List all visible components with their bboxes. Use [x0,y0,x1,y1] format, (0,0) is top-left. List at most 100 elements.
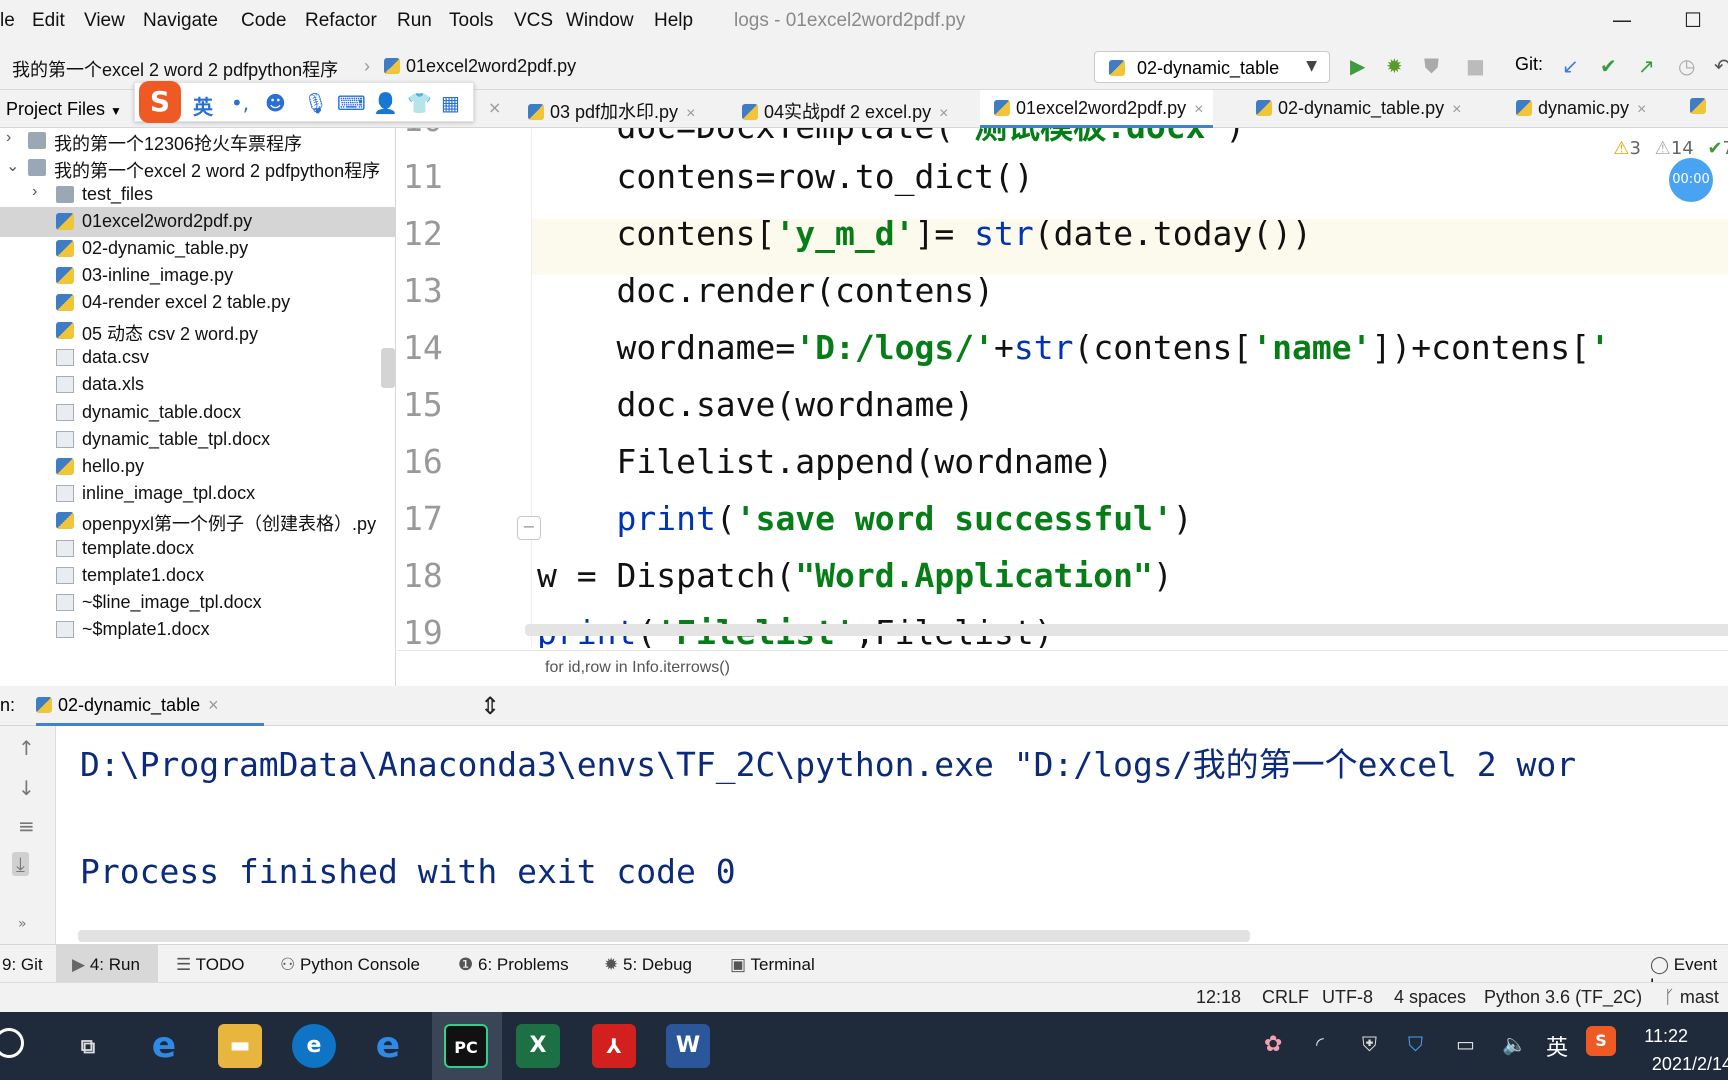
pycharm-icon[interactable]: PC [444,1024,488,1068]
close-icon[interactable]: × [939,105,948,122]
microphone-icon[interactable]: 🎙 [303,91,328,115]
line-separator[interactable]: CRLF [1262,987,1309,1008]
git-push-icon[interactable]: ↗ [1638,54,1655,78]
security-icon[interactable]: ⛉ [1408,1032,1423,1056]
user-icon[interactable]: 👤 [373,91,398,115]
file-encoding[interactable]: UTF-8 [1322,987,1373,1008]
debug-icon[interactable]: ✹ [1386,54,1403,78]
tree-item[interactable]: hello.py [0,452,395,482]
coverage-icon[interactable]: ⛊ [1424,54,1439,78]
git-update-icon[interactable]: ↙ [1562,54,1579,78]
shield-icon[interactable]: ⛨ [1362,1032,1377,1056]
flower-icon[interactable]: ✿ [1264,1032,1282,1057]
tab-dynamic[interactable]: dynamic.py × [1516,90,1646,128]
tool-git[interactable]: 9: Git [2,955,43,975]
git-commit-icon[interactable]: ✔ [1600,54,1617,78]
ie-icon[interactable]: e [142,1024,186,1068]
console-horizontal-scrollbar[interactable] [78,930,1250,942]
breadcrumb-file[interactable]: 01excel2word2pdf.py [384,56,576,77]
file-explorer-icon[interactable]: ▬ [218,1024,262,1068]
close-icon[interactable]: × [1194,101,1203,118]
chevron-down-icon[interactable]: ⌄ [6,156,19,176]
horizontal-scrollbar[interactable] [525,624,1728,636]
edge-icon[interactable]: e [292,1024,336,1068]
vertical-scrollbar[interactable] [381,348,395,388]
soft-wrap-icon[interactable]: ≡ [18,814,35,838]
scroll-to-end-icon[interactable]: ⤓ [12,852,29,876]
tree-item[interactable]: dynamic_table.docx [0,398,395,428]
menu-code[interactable]: Code [241,10,286,32]
recording-timer[interactable]: 00:00 [1669,158,1713,202]
sogou-tray-icon[interactable]: S [1586,1026,1616,1056]
more-icon[interactable]: » [18,916,27,932]
tree-item[interactable]: ~$line_image_tpl.docx [0,588,395,618]
interpreter[interactable]: Python 3.6 (TF_2C) [1484,987,1642,1008]
excel-icon[interactable]: X [516,1024,560,1068]
tree-item[interactable]: data.xls [0,370,395,400]
tree-item[interactable]: 03-inline_image.py [0,261,395,291]
tree-item[interactable]: data.csv [0,343,395,373]
word-icon[interactable]: W [666,1024,710,1068]
skin-icon[interactable]: 👕 [407,91,432,115]
tool-todo[interactable]: ☰ TODO [176,955,244,975]
revert-icon[interactable]: ↶ [1714,54,1728,78]
tree-item[interactable]: 01excel2word2pdf.py [0,207,395,237]
tree-item[interactable]: openpyxl第一个例子（创建表格）.py [0,506,395,536]
run-tab[interactable]: 02-dynamic_table × [36,686,264,726]
task-view-icon[interactable]: ⧉ [66,1024,110,1068]
tool-debug[interactable]: ✹ 5: Debug [604,955,692,975]
emoji-icon[interactable]: ☻ [265,91,286,115]
battery-icon[interactable]: ▭ [1456,1032,1475,1056]
clock-date[interactable]: 2021/2/14 [1652,1054,1728,1075]
tab-04-pdf-excel[interactable]: 04实战pdf 2 excel.py × [742,90,948,128]
run-console[interactable]: ↑ ↓ ≡ ⤓ » D:\ProgramData\Anaconda3\envs\… [0,726,1728,944]
tool-python-console[interactable]: ⚇ Python Console [280,955,420,975]
tree-item[interactable]: 02-dynamic_table.py [0,234,395,264]
breadcrumb-project[interactable]: 我的第一个excel 2 word 2 pdfpython程序 [12,56,338,82]
tree-item[interactable]: › 我的第一个12306抢火车票程序 [0,128,395,156]
indent-setting[interactable]: 4 spaces [1394,987,1466,1008]
stop-icon[interactable]: ■ [1466,54,1485,78]
history-icon[interactable]: ◷ [1678,54,1695,78]
tree-item[interactable]: template1.docx [0,561,395,591]
chevron-right-icon[interactable]: › [32,183,37,201]
code-breadcrumb[interactable]: for id,row in Info.iterrows() [397,650,1728,684]
network-icon[interactable]: ◜ [1316,1032,1324,1056]
down-arrow-icon[interactable]: ↓ [18,776,35,800]
fold-icon[interactable]: − [517,516,541,540]
tree-item[interactable]: inline_image_tpl.docx [0,479,395,509]
tool-problems[interactable]: ❶ 6: Problems [458,955,569,975]
tree-item[interactable]: template.docx [0,534,395,564]
maximize-icon[interactable]: ☐ [1684,8,1702,32]
inspection-widget[interactable]: ⚠3 ⚠14 ✔7 [1613,138,1728,159]
run-config-dropdown[interactable]: 02-dynamic_table ▼ [1094,51,1330,83]
tree-item[interactable]: 04-render excel 2 table.py [0,288,395,318]
chevron-right-icon[interactable]: › [6,129,11,147]
menu-refactor[interactable]: Refactor [305,10,377,32]
up-arrow-icon[interactable]: ↑ [18,736,35,760]
close-icon[interactable]: × [1637,101,1646,118]
tree-item[interactable]: 05 动态 csv 2 word.py [0,316,395,346]
tree-item[interactable]: › test_files [0,180,395,210]
menu-help[interactable]: Help [654,10,693,32]
acrobat-icon[interactable]: ⅄ [592,1024,636,1068]
menu-edit[interactable]: Edit [32,10,65,32]
tab-02-dynamic-table[interactable]: 02-dynamic_table.py × [1256,90,1461,128]
close-icon[interactable]: × [488,98,501,117]
close-icon[interactable]: × [686,105,695,122]
tool-terminal[interactable]: ▣ Terminal [730,955,815,975]
menu-view[interactable]: View [84,10,125,32]
menu-vcs[interactable]: VCS [514,10,553,32]
tree-item[interactable]: ~$mplate1.docx [0,615,395,645]
search-icon[interactable] [0,1028,24,1058]
run-icon[interactable]: ▶ [1350,54,1365,78]
tab-01excel2word2pdf[interactable]: 01excel2word2pdf.py × [980,90,1214,128]
menu-run[interactable]: Run [397,10,432,32]
menu-window[interactable]: Window [566,10,634,32]
punctuation-icon[interactable]: •, [231,91,249,115]
volume-icon[interactable]: 🔈 [1502,1032,1527,1056]
tree-item[interactable]: dynamic_table_tpl.docx [0,425,395,455]
menu-file[interactable]: le [0,10,15,32]
code-editor[interactable]: 10 11 12 13 14 15 16 17 18 19 doc=DocxTemplate('测… [397,128,1728,648]
tool-run[interactable]: ▶ 4: Run [72,955,140,975]
